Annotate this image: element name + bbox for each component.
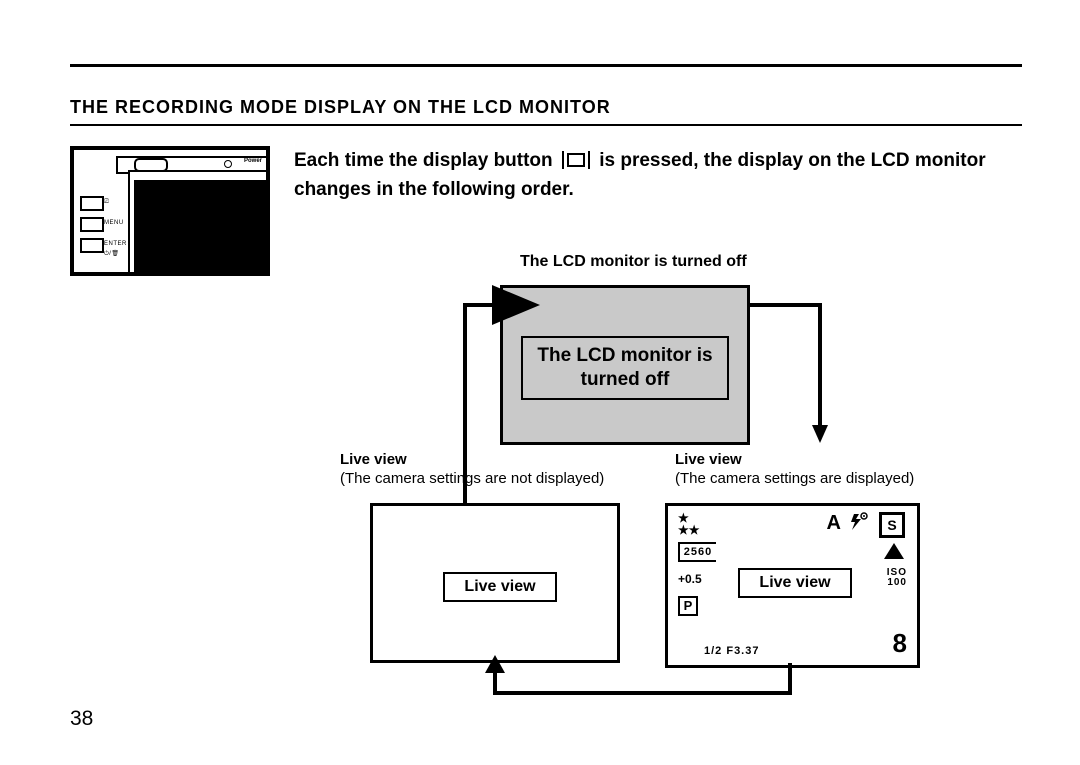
camera-enter-button-label: ENTER	[104, 241, 127, 247]
camera-display-button-icon	[80, 196, 104, 211]
caption-lcd-off: The LCD monitor is turned off	[520, 253, 747, 271]
info-mode-p: P	[678, 596, 698, 616]
camera-display-button-label: ⎚	[104, 199, 109, 206]
screen-state-off: The LCD monitor is turned off	[500, 285, 750, 445]
live-plain-label: Live view	[443, 572, 557, 602]
camera-enter-button-icon	[80, 238, 104, 253]
top-rule	[70, 64, 1022, 67]
screen-state-live-plain: Live view	[370, 503, 620, 663]
arrow-plain-to-off	[410, 295, 520, 515]
screen-state-live-info: ★★★ 2560 +0.5 P 1/2 F3.37 A S ISO 100 8	[665, 503, 920, 668]
camera-menu-button-label: MENU	[104, 220, 124, 226]
info-s-icon: S	[879, 512, 905, 538]
mountain-icon	[883, 542, 905, 566]
arrow-off-to-info	[750, 295, 870, 515]
off-screen-label: The LCD monitor is turned off	[521, 336, 729, 400]
info-iso: ISO 100	[887, 568, 907, 588]
caption-live-with-settings-title: Live view	[675, 451, 742, 468]
camera-power-label: Power	[244, 158, 262, 164]
page-number: 38	[70, 707, 93, 731]
flash-icon	[847, 512, 869, 537]
info-quality-icon: ★★★	[678, 512, 700, 536]
manual-page: THE RECORDING MODE DISPLAY ON THE LCD MO…	[0, 0, 1080, 765]
intro-text: Each time the display button is pressed,…	[294, 146, 1022, 205]
live-info-label: Live view	[738, 568, 852, 598]
info-exposure: 1/2 F3.37	[704, 645, 759, 657]
info-ev: +0.5	[678, 572, 702, 586]
camera-illustration: Power ⎚ MENU ENTER ⏻/🗑	[70, 146, 270, 276]
arrow-info-to-plain	[475, 663, 825, 713]
intro-before: Each time the display button	[294, 150, 553, 171]
display-cycle-diagram: The LCD monitor is turned off The LCD mo…	[300, 235, 1020, 705]
camera-menu-button-icon	[80, 217, 104, 232]
info-mode-a: A	[827, 512, 841, 535]
display-button-icon	[562, 151, 590, 169]
info-frames-remaining: 8	[893, 628, 907, 659]
caption-live-no-settings-title: Live view	[340, 451, 407, 468]
title-rule	[70, 124, 1022, 126]
section-title: THE RECORDING MODE DISPLAY ON THE LCD MO…	[70, 97, 1022, 118]
info-resolution: 2560	[678, 542, 716, 562]
